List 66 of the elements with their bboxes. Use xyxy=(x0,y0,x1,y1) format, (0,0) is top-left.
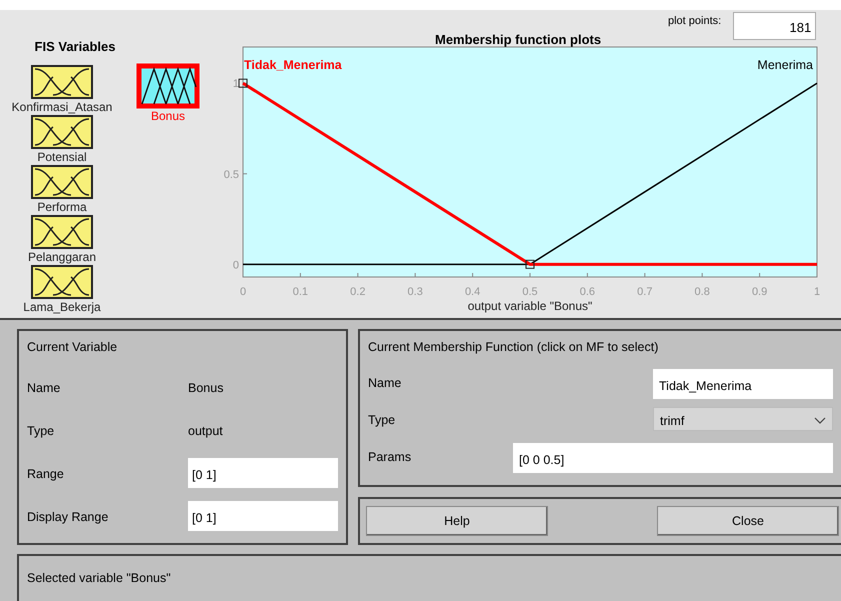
field-label: Params xyxy=(368,448,412,466)
panel-title: Current Variable xyxy=(27,339,118,356)
chart-title: Membership function plots xyxy=(435,31,602,49)
y-tick-label: 0.5 xyxy=(224,168,239,181)
field-label: Name xyxy=(368,374,402,392)
plot-points-field[interactable]: 181 xyxy=(733,12,816,40)
vertex-handle[interactable] xyxy=(238,78,248,88)
x-tick xyxy=(644,272,646,278)
membership-label[interactable]: Menerima xyxy=(757,58,813,72)
input-variable-icon[interactable] xyxy=(31,264,93,298)
input-field[interactable]: [0 0 0.5] xyxy=(513,442,833,473)
input-variable-icon[interactable] xyxy=(31,64,93,98)
y-tick xyxy=(242,173,248,174)
y-tick-label: 1 xyxy=(232,78,239,90)
membership-label[interactable]: Tidak_Menerima xyxy=(244,58,342,72)
variable-label[interactable]: Konfirmasi_Atasan xyxy=(12,98,112,114)
x-tick xyxy=(242,272,244,278)
input-field[interactable]: Tidak_Menerima xyxy=(653,368,833,399)
panel-title: Current Membership Function (click on MF to select) xyxy=(368,339,660,356)
x-tick-label: 0.2 xyxy=(350,286,366,298)
x-tick xyxy=(414,272,416,278)
x-tick xyxy=(472,272,474,278)
dialog-button[interactable]: Close xyxy=(657,506,839,536)
x-tick xyxy=(357,272,358,278)
x-tick xyxy=(586,272,588,278)
input-field[interactable]: [0 1] xyxy=(188,458,338,488)
input-field[interactable]: [0 1] xyxy=(188,500,338,531)
field-label: Range xyxy=(27,466,65,483)
x-tick xyxy=(702,272,703,278)
x-tick xyxy=(759,272,760,278)
chevron-down-icon xyxy=(814,416,826,425)
y-tick-label: 0 xyxy=(232,259,239,272)
input-variable-icon[interactable] xyxy=(31,214,93,248)
x-tick-label: 0.6 xyxy=(580,286,596,298)
x-tick-label: 0.1 xyxy=(292,286,308,298)
type-dropdown[interactable]: trimf xyxy=(653,406,833,431)
x-tick-label: 0.7 xyxy=(637,286,652,298)
input-variable-icon[interactable] xyxy=(31,164,93,198)
variable-label[interactable]: Pelanggaran xyxy=(28,248,96,264)
value-text: Bonus xyxy=(188,380,224,397)
variable-label[interactable]: Potensial xyxy=(37,148,87,164)
field-label: Type xyxy=(27,422,56,440)
value-text: output xyxy=(188,422,223,440)
plot-area[interactable] xyxy=(242,46,818,278)
status-text: Selected variable "Bonus" xyxy=(27,571,171,585)
field-label: Display Range xyxy=(27,508,110,526)
field-label: Type xyxy=(368,412,396,429)
x-tick-label: 0.3 xyxy=(408,286,423,298)
x-tick-label: 0.9 xyxy=(752,286,768,298)
x-tick-label: 0 xyxy=(240,286,246,298)
x-tick-label: 0.5 xyxy=(522,286,538,298)
dialog-button[interactable]: Help xyxy=(366,506,548,536)
plot-points-label: plot points: xyxy=(668,14,722,29)
variable-label[interactable]: Performa xyxy=(37,198,87,214)
variable-label[interactable]: Lama_Bekerja xyxy=(23,298,101,314)
x-tick xyxy=(300,272,301,278)
x-axis-label: output variable "Bonus" xyxy=(468,299,592,313)
input-variable-icon[interactable] xyxy=(31,114,93,148)
field-label: Name xyxy=(27,380,62,397)
x-tick xyxy=(816,272,818,278)
output-variable-icon[interactable] xyxy=(136,62,200,108)
panel-title: FIS Variables xyxy=(34,38,116,56)
x-tick-label: 0.4 xyxy=(464,286,480,298)
vertex-handle[interactable] xyxy=(526,260,534,269)
x-tick-label: 0.8 xyxy=(694,286,710,298)
x-tick-label: 1 xyxy=(814,286,820,298)
